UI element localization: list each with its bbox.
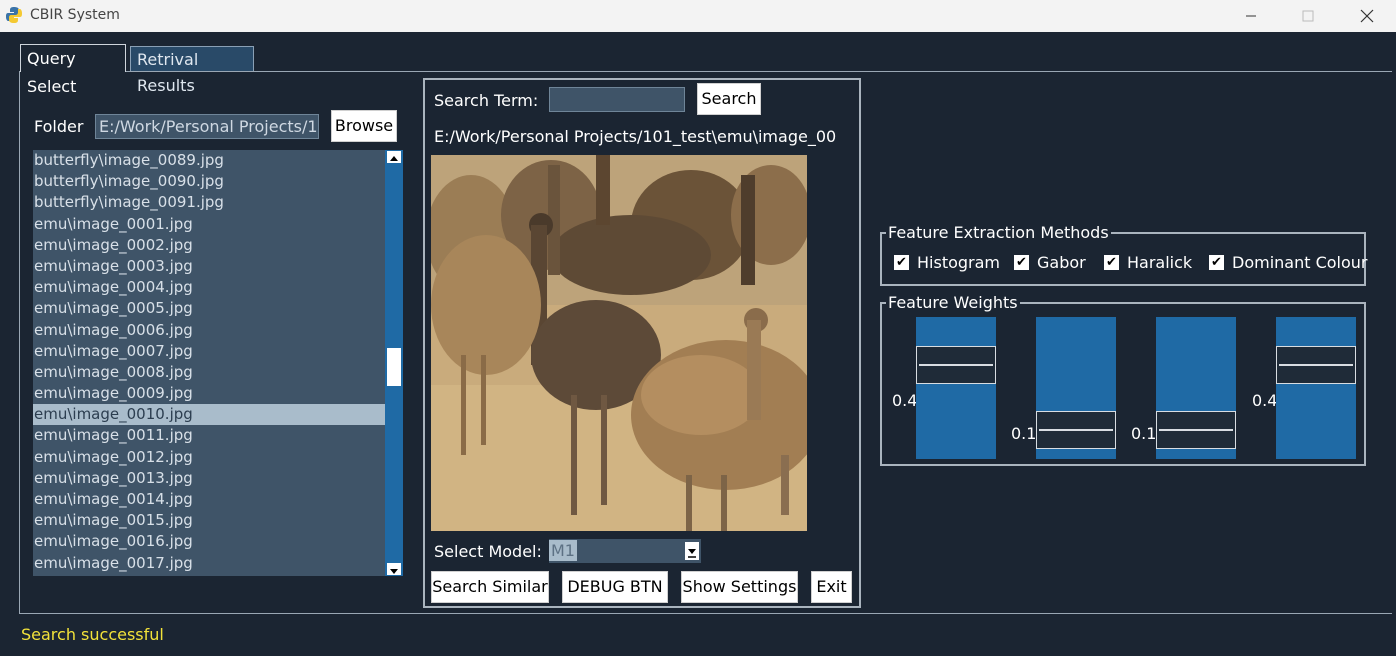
list-item[interactable]: butterfly\image_0089.jpg bbox=[33, 150, 385, 171]
slider-thumb[interactable] bbox=[1276, 346, 1356, 384]
status-text: Search successful bbox=[21, 625, 164, 644]
weight-value-3: 0.1 bbox=[1131, 424, 1157, 443]
weight-slider-4[interactable] bbox=[1276, 317, 1356, 459]
checkmark-icon: ✔ bbox=[1209, 255, 1224, 270]
file-list[interactable]: butterfly\image_0089.jpg butterfly\image_… bbox=[33, 150, 385, 576]
python-logo-icon bbox=[6, 7, 22, 23]
list-item[interactable]: emu\image_0008.jpg bbox=[33, 362, 385, 383]
slider-thumb[interactable] bbox=[916, 346, 996, 384]
gabor-checkbox[interactable]: ✔ Gabor bbox=[1014, 253, 1086, 272]
list-item[interactable]: emu\image_0005.jpg bbox=[33, 298, 385, 319]
maximize-icon bbox=[1302, 10, 1314, 22]
list-item[interactable]: emu\image_0010.jpg bbox=[33, 404, 385, 426]
search-similar-button[interactable]: Search Similar bbox=[431, 571, 549, 603]
list-item[interactable]: emu\image_0012.jpg bbox=[33, 447, 385, 468]
checkmark-icon: ✔ bbox=[1104, 255, 1119, 270]
checkmark-icon: ✔ bbox=[894, 255, 909, 270]
weight-value-4: 0.4 bbox=[1252, 391, 1278, 410]
image-path: E:/Work/Personal Projects/101_test\emu\i… bbox=[434, 127, 836, 146]
list-item[interactable]: butterfly\image_0090.jpg bbox=[33, 171, 385, 192]
chevron-down-icon[interactable] bbox=[685, 542, 699, 560]
list-item[interactable]: emu\image_0013.jpg bbox=[33, 468, 385, 489]
scroll-up-icon[interactable] bbox=[387, 151, 401, 163]
minimize-icon bbox=[1246, 15, 1256, 17]
debug-button[interactable]: DEBUG BTN bbox=[562, 571, 668, 603]
haralick-label: Haralick bbox=[1127, 253, 1193, 272]
window-title: CBIR System bbox=[30, 7, 120, 23]
weight-slider-2[interactable] bbox=[1036, 317, 1116, 459]
file-list-scrollbar[interactable] bbox=[385, 150, 403, 576]
list-item[interactable]: emu\image_0004.jpg bbox=[33, 277, 385, 298]
model-select[interactable]: M1 bbox=[549, 539, 701, 563]
feature-weights-legend: Feature Weights bbox=[886, 293, 1020, 312]
weight-value-1: 0.4 bbox=[892, 391, 918, 410]
search-button[interactable]: Search bbox=[697, 83, 761, 115]
histogram-label: Histogram bbox=[917, 253, 1000, 272]
gabor-label: Gabor bbox=[1037, 253, 1086, 272]
show-settings-button[interactable]: Show Settings bbox=[681, 571, 798, 603]
weight-slider-1[interactable] bbox=[916, 317, 996, 459]
dominant-colour-label: Dominant Colour bbox=[1232, 253, 1368, 272]
weight-value-2: 0.1 bbox=[1011, 424, 1037, 443]
exit-button[interactable]: Exit bbox=[811, 571, 852, 603]
folder-input[interactable]: E:/Work/Personal Projects/101_test bbox=[95, 114, 319, 139]
minimize-button[interactable] bbox=[1228, 0, 1274, 32]
title-bar: CBIR System bbox=[0, 0, 1396, 32]
haralick-checkbox[interactable]: ✔ Haralick bbox=[1104, 253, 1192, 272]
list-item[interactable]: emu\image_0017.jpg bbox=[33, 553, 385, 574]
close-button[interactable] bbox=[1344, 0, 1390, 32]
list-item[interactable]: emu\image_0011.jpg bbox=[33, 425, 385, 446]
slider-thumb[interactable] bbox=[1156, 411, 1236, 449]
list-item[interactable]: emu\image_0014.jpg bbox=[33, 489, 385, 510]
slider-thumb[interactable] bbox=[1036, 411, 1116, 449]
list-item[interactable]: emu\image_0009.jpg bbox=[33, 383, 385, 404]
model-select-value: M1 bbox=[549, 540, 577, 561]
weight-slider-3[interactable] bbox=[1156, 317, 1236, 459]
tab-retrival-results[interactable]: Retrival Results bbox=[130, 46, 254, 95]
checkmark-icon: ✔ bbox=[1014, 255, 1029, 270]
histogram-checkbox[interactable]: ✔ Histogram bbox=[894, 253, 1000, 272]
list-item[interactable]: emu\image_0006.jpg bbox=[33, 320, 385, 341]
list-item[interactable]: emu\image_0001.jpg bbox=[33, 214, 385, 235]
close-icon bbox=[1360, 9, 1374, 23]
select-model-label: Select Model: bbox=[434, 542, 542, 561]
search-term-label: Search Term: bbox=[434, 91, 539, 110]
list-item[interactable]: emu\image_0016.jpg bbox=[33, 531, 385, 552]
list-item[interactable]: emu\image_0007.jpg bbox=[33, 341, 385, 362]
feature-methods-legend: Feature Extraction Methods bbox=[886, 223, 1111, 242]
dominant-colour-checkbox[interactable]: ✔ Dominant Colour bbox=[1209, 253, 1368, 272]
maximize-button[interactable] bbox=[1285, 0, 1331, 32]
list-item[interactable]: emu\image_0015.jpg bbox=[33, 510, 385, 531]
list-item[interactable]: butterfly\image_0091.jpg bbox=[33, 192, 385, 213]
folder-label: Folder bbox=[34, 117, 84, 136]
tab-query-select[interactable]: Query Select bbox=[20, 44, 126, 96]
list-item[interactable]: emu\image_0002.jpg bbox=[33, 235, 385, 256]
scroll-down-icon[interactable] bbox=[387, 563, 401, 575]
query-image bbox=[431, 155, 807, 531]
list-item[interactable]: emu\image_0003.jpg bbox=[33, 256, 385, 277]
browse-button[interactable]: Browse bbox=[331, 110, 397, 142]
search-input[interactable] bbox=[549, 87, 685, 112]
scrollbar-thumb[interactable] bbox=[387, 348, 401, 386]
